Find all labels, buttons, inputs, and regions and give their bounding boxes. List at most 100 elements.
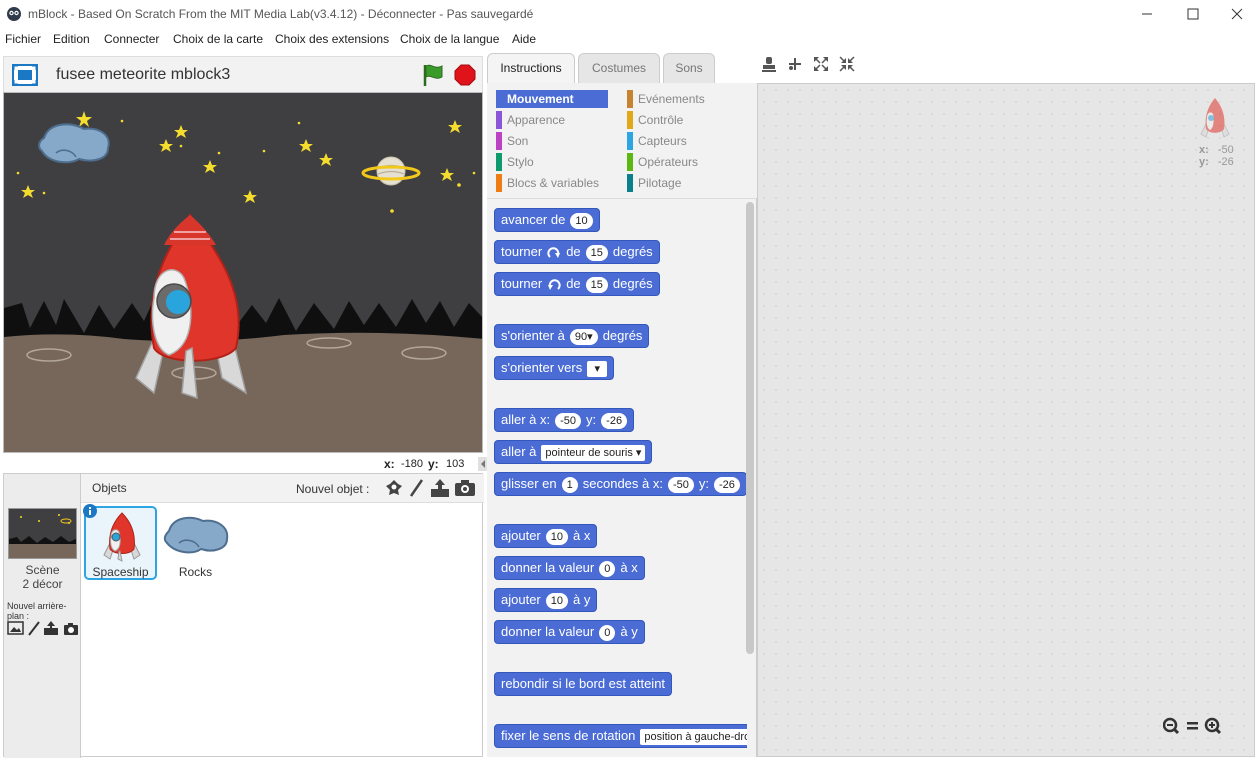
script-area[interactable]: x: -50 y: -26 bbox=[757, 83, 1255, 757]
block-text: aller à bbox=[501, 444, 537, 459]
sprite-tile-spaceship[interactable]: Spaceship bbox=[82, 503, 157, 580]
category-swatch bbox=[496, 174, 502, 192]
paint-backdrop-icon[interactable] bbox=[28, 621, 40, 636]
block-goto[interactable]: aller à pointeur de souris ▾ bbox=[494, 440, 653, 464]
block-turn-left[interactable]: tourner de 15 degrés bbox=[494, 272, 660, 296]
block-goto-xy[interactable]: aller à x: -50 y: -26 bbox=[494, 408, 635, 432]
rotation-style-dropdown[interactable]: position à gauche-droite ▾ bbox=[640, 729, 747, 745]
block-categories: Mouvement Apparence Son Stylo Blocs & va… bbox=[487, 83, 757, 199]
block-input[interactable]: 10 bbox=[545, 593, 568, 609]
fullscreen-stage-icon[interactable] bbox=[12, 64, 38, 86]
grow-icon[interactable] bbox=[813, 56, 829, 72]
block-text: y: bbox=[698, 476, 710, 491]
sprite-library-icon[interactable] bbox=[384, 478, 404, 498]
block-input[interactable]: 10 bbox=[545, 529, 568, 545]
zoom-out-icon[interactable] bbox=[1163, 717, 1180, 735]
block-text: donner la valeur bbox=[501, 560, 595, 575]
block-change-x[interactable]: ajouter 10 à x bbox=[494, 524, 598, 548]
block-point-direction[interactable]: s'orienter à 90▾ degrés bbox=[494, 324, 650, 348]
block-input[interactable]: 15 bbox=[585, 245, 608, 261]
menu-file[interactable]: Fichier bbox=[5, 32, 41, 46]
zoom-reset-icon[interactable] bbox=[1187, 722, 1198, 730]
category-sound[interactable]: Son bbox=[496, 132, 608, 150]
cut-scissors-icon[interactable] bbox=[787, 56, 803, 72]
minimize-button[interactable] bbox=[1124, 3, 1170, 25]
block-input[interactable]: 0 bbox=[599, 625, 616, 641]
sprite-panel: Scène 2 décor Nouvel arrière-plan : Obje… bbox=[3, 473, 484, 758]
scene-label: Scène bbox=[25, 563, 60, 577]
menu-edit[interactable]: Edition bbox=[53, 32, 90, 46]
point-towards-dropdown[interactable]: ▾ bbox=[587, 361, 608, 377]
category-swatch bbox=[496, 132, 502, 150]
menu-language[interactable]: Choix de la langue bbox=[400, 32, 499, 46]
block-input[interactable]: -26 bbox=[714, 477, 740, 493]
block-text: glisser en bbox=[501, 476, 557, 491]
category-pen[interactable]: Stylo bbox=[496, 153, 608, 171]
coord-x-value: -180 bbox=[401, 458, 424, 470]
block-input[interactable]: -26 bbox=[601, 413, 628, 429]
palette-scrollbar[interactable] bbox=[746, 202, 754, 654]
zoom-in-icon[interactable] bbox=[1204, 717, 1222, 735]
camera-backdrop-icon[interactable] bbox=[64, 623, 78, 635]
scene-thumbnail[interactable] bbox=[8, 508, 77, 559]
menu-board[interactable]: Choix de la carte bbox=[173, 32, 263, 46]
category-robots[interactable]: Pilotage bbox=[627, 174, 739, 192]
block-point-towards[interactable]: s'orienter vers ▾ bbox=[494, 356, 615, 380]
block-rotation-style[interactable]: fixer le sens de rotation position à gau… bbox=[494, 724, 747, 748]
block-input[interactable]: 90▾ bbox=[569, 329, 598, 345]
block-text: de bbox=[566, 276, 581, 291]
stage-canvas[interactable] bbox=[3, 92, 483, 453]
block-input[interactable]: 10 bbox=[570, 213, 593, 229]
category-swatch bbox=[496, 111, 502, 129]
category-motion[interactable]: Mouvement bbox=[496, 90, 608, 108]
menu-help[interactable]: Aide bbox=[512, 32, 536, 46]
green-flag-icon[interactable] bbox=[422, 63, 444, 87]
menu-connect[interactable]: Connecter bbox=[104, 32, 159, 46]
category-swatch bbox=[496, 153, 502, 171]
sprite-info-icon[interactable] bbox=[82, 503, 98, 519]
goto-dropdown[interactable]: pointeur de souris ▾ bbox=[541, 445, 646, 461]
block-turn-right[interactable]: tourner de 15 degrés bbox=[494, 240, 660, 264]
block-input[interactable]: -50 bbox=[555, 413, 582, 429]
tab-costumes[interactable]: Costumes bbox=[578, 53, 660, 83]
category-sensing[interactable]: Capteurs bbox=[627, 132, 739, 150]
block-input[interactable]: 1 bbox=[561, 477, 578, 493]
block-text: à x bbox=[573, 528, 591, 543]
category-events[interactable]: Evénements bbox=[627, 90, 739, 108]
paint-sprite-icon[interactable] bbox=[407, 478, 427, 498]
block-text: degrés bbox=[612, 244, 653, 259]
block-text: s'orienter à bbox=[501, 328, 565, 343]
tab-instructions[interactable]: Instructions bbox=[487, 53, 575, 84]
menu-extensions[interactable]: Choix des extensions bbox=[275, 32, 389, 46]
category-operators[interactable]: Opérateurs bbox=[627, 153, 739, 171]
block-input[interactable]: -50 bbox=[667, 477, 694, 493]
duplicate-stamp-icon[interactable] bbox=[761, 56, 777, 72]
coord-x-label: x: bbox=[384, 457, 395, 471]
tab-sounds[interactable]: Sons bbox=[663, 53, 715, 83]
upload-sprite-icon[interactable] bbox=[429, 478, 451, 498]
category-control[interactable]: Contrôle bbox=[627, 111, 739, 129]
block-bounce[interactable]: rebondir si le bord est atteint bbox=[494, 672, 673, 696]
stop-icon[interactable] bbox=[454, 64, 476, 86]
backdrop-library-icon[interactable] bbox=[7, 621, 24, 635]
camera-sprite-icon[interactable] bbox=[454, 479, 476, 497]
block-text: y: bbox=[586, 412, 597, 427]
category-data[interactable]: Blocs & variables bbox=[496, 174, 618, 192]
block-set-y[interactable]: donner la valeur 0 à y bbox=[494, 620, 645, 644]
block-change-y[interactable]: ajouter 10 à y bbox=[494, 588, 598, 612]
maximize-button[interactable] bbox=[1170, 3, 1216, 25]
sprite-tile-rocks[interactable]: Rocks bbox=[159, 506, 232, 580]
block-glide[interactable]: glisser en 1 secondes à x: -50 y: -26 bbox=[494, 472, 747, 496]
upload-backdrop-icon[interactable] bbox=[44, 621, 58, 635]
block-text: rebondir si le bord est atteint bbox=[501, 676, 666, 691]
category-looks[interactable]: Apparence bbox=[496, 111, 608, 129]
block-set-x[interactable]: donner la valeur 0 à x bbox=[494, 556, 645, 580]
close-button[interactable] bbox=[1214, 3, 1260, 25]
stage-scene bbox=[4, 93, 482, 452]
block-input[interactable]: 0 bbox=[599, 561, 616, 577]
block-move-steps[interactable]: avancer de 10 bbox=[494, 208, 600, 232]
shrink-icon[interactable] bbox=[839, 56, 855, 72]
block-text: tourner bbox=[501, 244, 543, 259]
block-input[interactable]: 15 bbox=[585, 277, 608, 293]
category-label: Stylo bbox=[507, 155, 534, 169]
